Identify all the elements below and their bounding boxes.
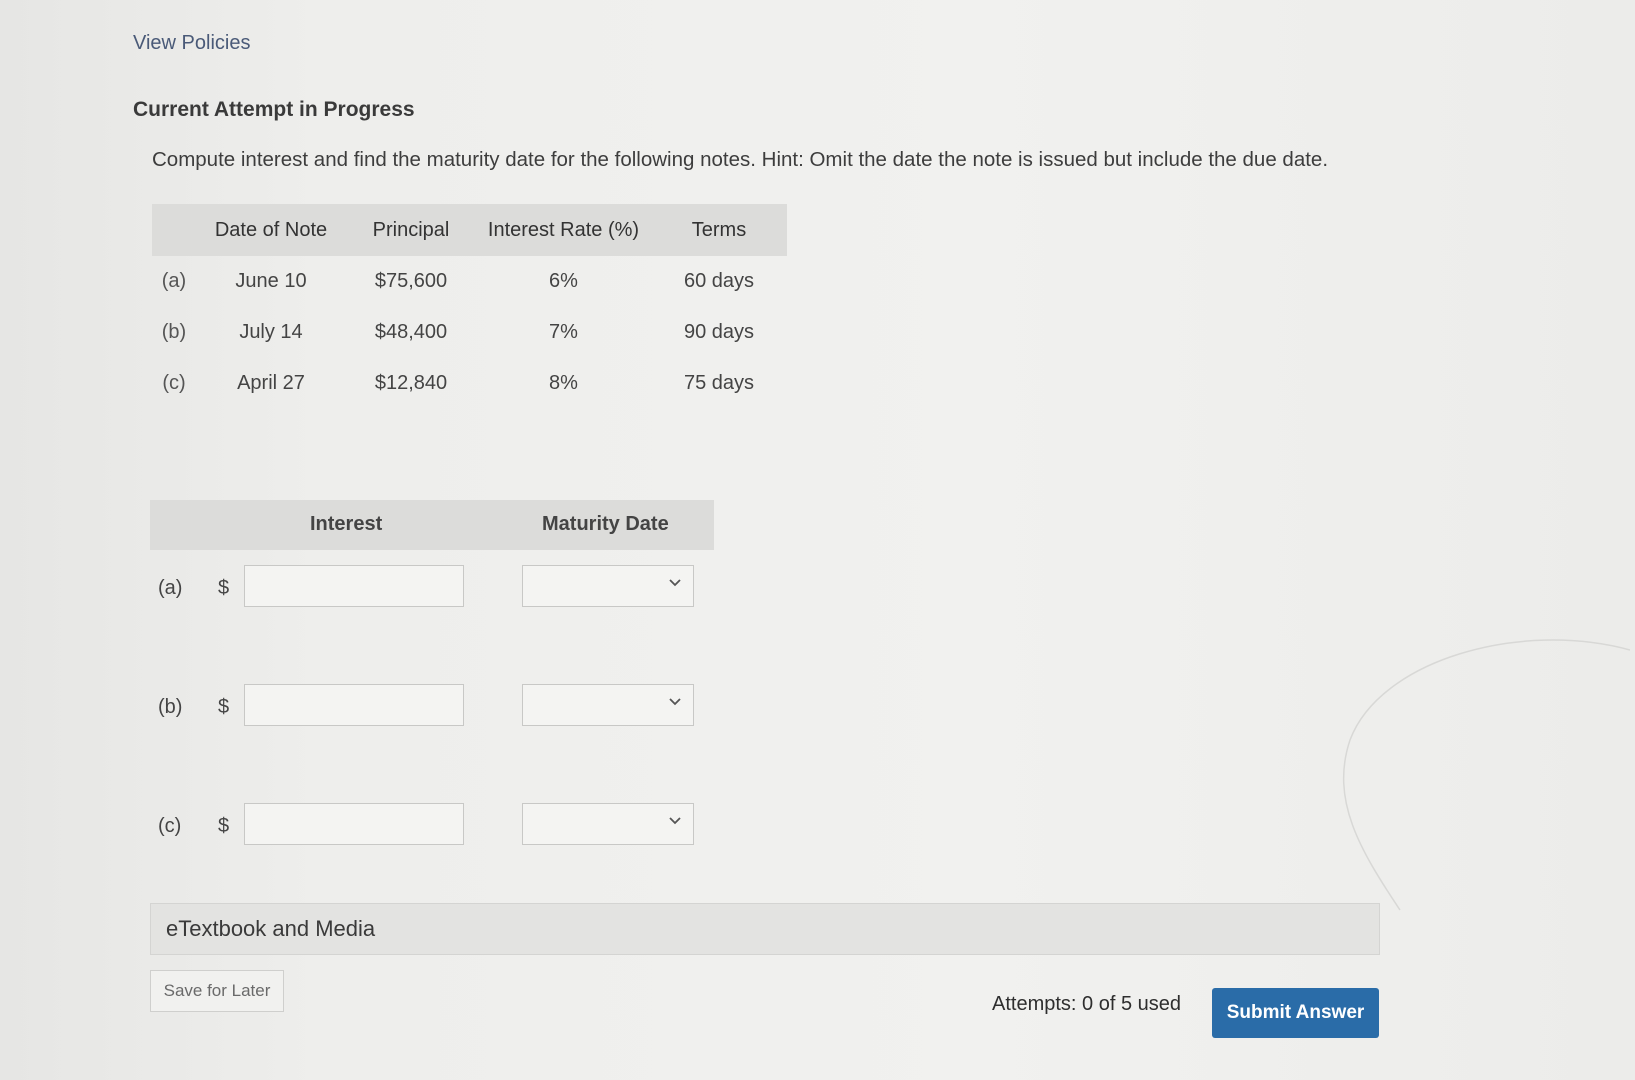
- maturity-date-select-a[interactable]: [522, 565, 694, 607]
- interest-input-b[interactable]: [244, 684, 464, 726]
- interest-column-header: Interest: [310, 513, 383, 535]
- notes-row-label: (b): [161, 321, 187, 343]
- answer-row-label: (b): [158, 696, 183, 718]
- notes-date: June 10: [235, 270, 307, 292]
- save-for-later-button[interactable]: Save for Later: [150, 970, 284, 1012]
- dollar-sign: $: [218, 577, 230, 599]
- dollar-sign: $: [218, 696, 230, 718]
- page: View Policies Current Attempt in Progres…: [0, 0, 1635, 1080]
- notes-row-label: (a): [161, 270, 187, 292]
- notes-row: (c) April 27 $12,840 8% 75 days: [152, 358, 787, 409]
- etextbook-label: eTextbook and Media: [166, 916, 376, 941]
- dollar-sign: $: [218, 815, 230, 837]
- notes-header-blank: [152, 204, 196, 256]
- attempts-counter: Attempts: 0 of 5 used: [992, 993, 1181, 1015]
- notes-header-date: Date of Note: [196, 204, 346, 256]
- notes-header-row: Date of Note Principal Interest Rate (%)…: [152, 204, 787, 256]
- chevron-down-icon: [669, 579, 681, 587]
- etextbook-media-bar[interactable]: eTextbook and Media: [150, 903, 1380, 955]
- notes-rate: 6%: [549, 270, 578, 292]
- notes-row-label: (c): [162, 372, 186, 394]
- attempt-heading: Current Attempt in Progress: [133, 98, 415, 121]
- answer-table-header: Interest Maturity Date: [150, 500, 714, 550]
- chevron-down-icon: [669, 817, 681, 825]
- notes-row: (a) June 10 $75,600 6% 60 days: [152, 256, 787, 307]
- notes-rate: 8%: [549, 372, 578, 394]
- notes-principal: $48,400: [374, 321, 448, 343]
- interest-input-c[interactable]: [244, 803, 464, 845]
- notes-header-principal: Principal: [346, 204, 476, 256]
- submit-answer-button[interactable]: Submit Answer: [1212, 988, 1379, 1038]
- interest-input-a[interactable]: [244, 565, 464, 607]
- answer-row-label: (a): [158, 577, 183, 599]
- notes-row: (b) July 14 $48,400 7% 90 days: [152, 307, 787, 358]
- chevron-down-icon: [669, 698, 681, 706]
- answer-row-label: (c): [158, 815, 182, 837]
- notes-header-terms: Terms: [651, 204, 787, 256]
- notes-terms: 60 days: [683, 270, 755, 292]
- answer-row-c: (c) $: [150, 803, 710, 849]
- maturity-date-select-c[interactable]: [522, 803, 694, 845]
- notes-terms: 75 days: [683, 372, 755, 394]
- instructions-text: Compute interest and find the maturity d…: [152, 148, 1329, 171]
- notes-date: July 14: [239, 321, 303, 343]
- notes-principal: $75,600: [374, 270, 448, 292]
- notes-header-rate: Interest Rate (%): [476, 204, 651, 256]
- notes-terms: 90 days: [683, 321, 755, 343]
- maturity-column-header: Maturity Date: [542, 513, 669, 535]
- maturity-date-select-b[interactable]: [522, 684, 694, 726]
- notes-date: April 27: [237, 372, 305, 394]
- answer-row-b: (b) $: [150, 684, 710, 730]
- notes-rate: 7%: [549, 321, 578, 343]
- notes-table: Date of Note Principal Interest Rate (%)…: [152, 204, 787, 409]
- decorative-curve: [1342, 639, 1630, 911]
- answer-row-a: (a) $: [150, 565, 710, 611]
- view-policies-link[interactable]: View Policies: [133, 32, 250, 55]
- notes-principal: $12,840: [374, 372, 448, 394]
